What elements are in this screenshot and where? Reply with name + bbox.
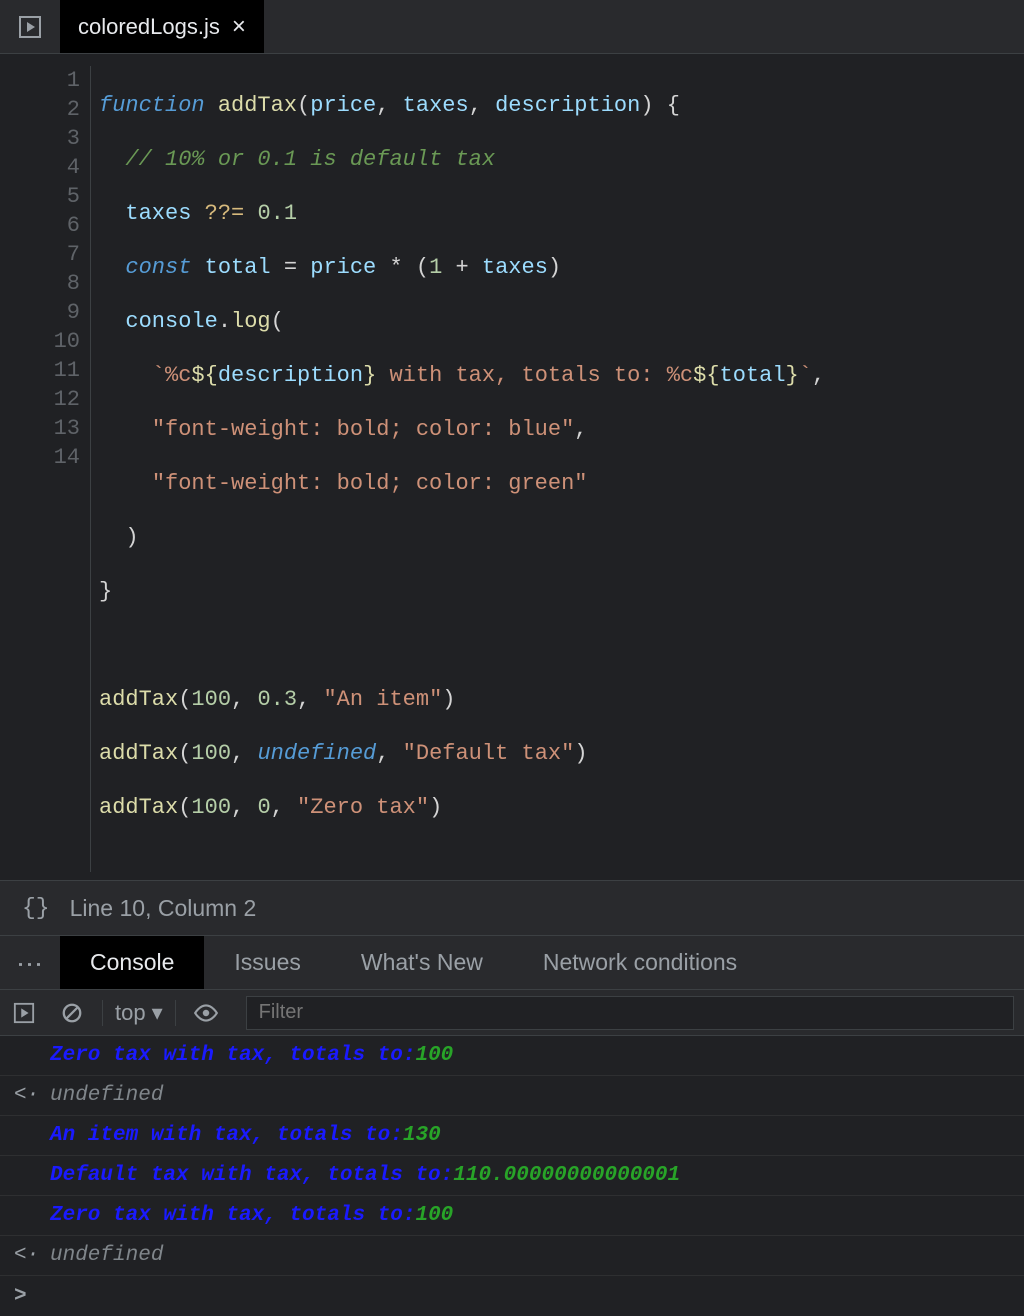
file-tab[interactable]: coloredLogs.js × (60, 0, 264, 53)
tab-whatsnew[interactable]: What's New (331, 936, 513, 989)
file-tab-label: coloredLogs.js (78, 14, 220, 40)
kebab-menu-icon[interactable]: ⋮ (15, 933, 46, 993)
cursor-position: Line 10, Column 2 (70, 895, 257, 922)
editor-status-bar: {} Line 10, Column 2 (0, 880, 1024, 936)
filter-input[interactable] (259, 1001, 1001, 1024)
source-editor[interactable]: 1234567891011121314 function addTax(pric… (0, 54, 1024, 880)
console-line: Zero tax with tax, totals to: 100 (0, 1036, 1024, 1076)
filter-box[interactable] (246, 996, 1014, 1030)
clear-console-icon[interactable] (48, 1002, 96, 1024)
console-line: <·undefined (0, 1236, 1024, 1276)
close-icon[interactable]: × (232, 15, 246, 39)
console-line: <·undefined (0, 1076, 1024, 1116)
console-line: An item with tax, totals to: 130 (0, 1116, 1024, 1156)
console-output: Zero tax with tax, totals to: 100<·undef… (0, 1036, 1024, 1316)
play-toggle-icon[interactable] (0, 15, 60, 39)
tab-console[interactable]: Console (60, 936, 204, 989)
play-toggle-icon[interactable] (0, 1002, 48, 1024)
context-selector[interactable]: top ▾ (109, 1000, 169, 1026)
tab-issues[interactable]: Issues (204, 936, 330, 989)
console-line: Zero tax with tax, totals to: 100 (0, 1196, 1024, 1236)
console-toolbar: top ▾ (0, 990, 1024, 1036)
devtools-tabbar: ⋮ Console Issues What's New Network cond… (0, 936, 1024, 990)
editor-tabbar: coloredLogs.js × (0, 0, 1024, 54)
console-line: > (0, 1276, 1024, 1316)
chevron-down-icon: ▾ (152, 1000, 163, 1026)
braces-icon[interactable]: {} (22, 895, 50, 921)
eye-icon[interactable] (182, 1000, 230, 1026)
console-line: Default tax with tax, totals to: 110.000… (0, 1156, 1024, 1196)
line-gutter: 1234567891011121314 (0, 66, 90, 872)
tab-network[interactable]: Network conditions (513, 936, 767, 989)
source-code: function addTax(price, taxes, descriptio… (90, 66, 825, 872)
